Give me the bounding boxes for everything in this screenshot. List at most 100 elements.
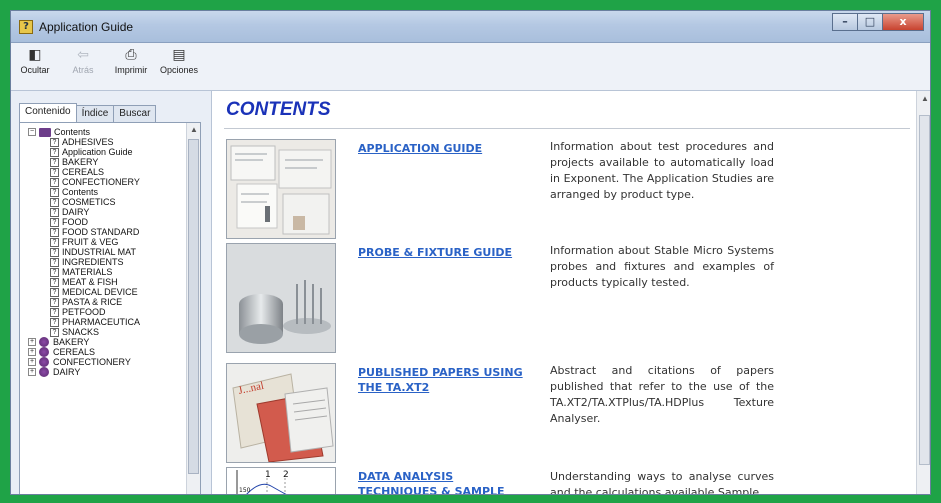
tree-node-root[interactable]: − Contents xyxy=(24,127,184,137)
expand-icon[interactable]: + xyxy=(28,348,36,356)
help-page-icon: ? xyxy=(50,187,59,197)
entry-description: Abstract and citations of papers publish… xyxy=(550,364,774,425)
tree-scroll-thumb[interactable] xyxy=(188,139,199,474)
link-application-guide[interactable]: APPLICATION GUIDE xyxy=(358,141,536,156)
tab-index[interactable]: Índice xyxy=(75,105,115,123)
help-page-icon: ? xyxy=(50,217,59,227)
tree-item[interactable]: ? ADHESIVES xyxy=(24,137,184,147)
tree-book-label: DAIRY xyxy=(53,367,81,377)
tree-item-label: SNACKS xyxy=(62,327,100,337)
tree-book-dairy[interactable]: + DAIRY xyxy=(24,367,184,377)
back-arrow-icon: ⇦ xyxy=(77,47,89,63)
tree-item[interactable]: ? FRUIT & VEG xyxy=(24,237,184,247)
tree-item[interactable]: ? MATERIALS xyxy=(24,267,184,277)
link-data-analysis[interactable]: DATA ANALYSIS TECHNIQUES & SAMPLE MACROS… xyxy=(358,469,536,494)
tree-item-label: PHARMACEUTICA xyxy=(62,317,141,327)
tab-search[interactable]: Buscar xyxy=(113,105,157,123)
book-icon xyxy=(39,347,49,357)
tree-item-label: FRUIT & VEG xyxy=(62,237,119,247)
minimize-button[interactable]: – xyxy=(832,13,858,31)
options-button[interactable]: ▤ Opciones xyxy=(159,47,199,75)
scroll-up-arrow-icon[interactable]: ▲ xyxy=(917,91,930,107)
tree-item-label: BAKERY xyxy=(62,157,99,167)
help-page-icon: ? xyxy=(50,147,59,157)
tree-item[interactable]: ? FOOD xyxy=(24,217,184,227)
tree-item[interactable]: ? SNACKS xyxy=(24,327,184,337)
options-label: Opciones xyxy=(159,65,199,75)
help-page-icon: ? xyxy=(50,327,59,337)
content-pane: CONTENTS APPLICATION GUIDE Information a… xyxy=(211,91,930,495)
tree-book-bakery[interactable]: + BAKERY xyxy=(24,337,184,347)
tree-scrollbar[interactable]: ▲ xyxy=(186,123,200,494)
tree-item[interactable]: ? CEREALS xyxy=(24,167,184,177)
navigation-pane: Contenido Índice Buscar − Contents ? ADHE… xyxy=(19,103,201,494)
collapse-icon[interactable]: − xyxy=(28,128,36,136)
print-label: Imprimir xyxy=(114,65,148,75)
tree-item-label: COSMETICS xyxy=(62,197,116,207)
help-page-icon: ? xyxy=(50,317,59,327)
link-probe-fixture-guide[interactable]: PROBE & FIXTURE GUIDE xyxy=(358,245,536,260)
printer-icon: ⎙ xyxy=(125,47,137,63)
hide-label: Ocultar xyxy=(20,65,50,75)
link-published-papers[interactable]: PUBLISHED PAPERS USING THE TA.XT2 xyxy=(358,365,536,395)
help-page-icon: ? xyxy=(50,257,59,267)
tree-item[interactable]: ? INGREDIENTS xyxy=(24,257,184,267)
expand-icon[interactable]: + xyxy=(28,358,36,366)
back-button[interactable]: ⇦ Atrás xyxy=(63,47,103,75)
tree-book-label: CEREALS xyxy=(53,347,96,357)
help-page-icon: ? xyxy=(50,207,59,217)
help-page-icon: ? xyxy=(50,157,59,167)
tree-item[interactable]: ? BAKERY xyxy=(24,157,184,167)
tree-book-cereals[interactable]: + CEREALS xyxy=(24,347,184,357)
expand-icon[interactable]: + xyxy=(28,338,36,346)
tree-item[interactable]: ? Contents xyxy=(24,187,184,197)
graph-label-150: 150 xyxy=(239,487,251,494)
expand-icon[interactable]: + xyxy=(28,368,36,376)
tab-contents[interactable]: Contenido xyxy=(19,103,77,123)
content-scroll-thumb[interactable] xyxy=(919,115,930,465)
help-page-icon: ? xyxy=(50,137,59,147)
tree-item[interactable]: ? PETFOOD xyxy=(24,307,184,317)
content-scrollbar[interactable]: ▲ xyxy=(916,91,930,494)
help-page-icon: ? xyxy=(50,297,59,307)
tree-item[interactable]: ? Application Guide xyxy=(24,147,184,157)
page-title: CONTENTS xyxy=(226,99,331,120)
window-title: Application Guide xyxy=(39,20,134,34)
help-page-icon: ? xyxy=(50,287,59,297)
tree-item[interactable]: ? MEAT & FISH xyxy=(24,277,184,287)
tree-item[interactable]: ? INDUSTRIAL MAT xyxy=(24,247,184,257)
help-page-icon: ? xyxy=(50,197,59,207)
graph-label-2: 2 xyxy=(283,470,289,480)
tree-item-label: CONFECTIONERY xyxy=(62,177,140,187)
options-icon: ▤ xyxy=(172,47,186,63)
tree-item[interactable]: ? MEDICAL DEVICE xyxy=(24,287,184,297)
scroll-up-arrow-icon[interactable]: ▲ xyxy=(187,123,200,137)
help-page-icon: ? xyxy=(50,307,59,317)
tree-item[interactable]: ? COSMETICS xyxy=(24,197,184,207)
entry-description: Information about Stable Micro Systems p… xyxy=(550,244,774,289)
tree-item-label: CEREALS xyxy=(62,167,105,177)
tree-item-label: FOOD xyxy=(62,217,88,227)
tree-item[interactable]: ? FOOD STANDARD xyxy=(24,227,184,237)
tree-item[interactable]: ? DAIRY xyxy=(24,207,184,217)
hide-button[interactable]: ◧ Ocultar xyxy=(15,47,55,75)
tree-item-label: MEDICAL DEVICE xyxy=(62,287,138,297)
tree-item-label: PETFOOD xyxy=(62,307,106,317)
maximize-button[interactable]: □ xyxy=(857,13,883,31)
tree-book-label: BAKERY xyxy=(53,337,90,347)
tree-item[interactable]: ? CONFECTIONERY xyxy=(24,177,184,187)
close-button[interactable]: x xyxy=(882,13,924,31)
contents-tree: − Contents ? ADHESIVES ? Application Guide… xyxy=(24,127,184,377)
tree-item-label: ADHESIVES xyxy=(62,137,114,147)
entry-description: Understanding ways to analyse curves and… xyxy=(550,470,774,495)
help-book-icon: ? xyxy=(19,20,33,34)
tree-item[interactable]: ? PHARMACEUTICA xyxy=(24,317,184,327)
probes-photo-image xyxy=(226,243,336,353)
tree-book-confectionery[interactable]: + CONFECTIONERY xyxy=(24,357,184,367)
window-controls: – □ x xyxy=(832,13,924,31)
open-book-icon xyxy=(39,127,51,137)
print-button[interactable]: ⎙ Imprimir xyxy=(111,47,151,75)
entry-description: Information about test procedures and pr… xyxy=(550,140,774,201)
tree-item[interactable]: ? PASTA & RICE xyxy=(24,297,184,307)
tree-item-label: PASTA & RICE xyxy=(62,297,123,307)
